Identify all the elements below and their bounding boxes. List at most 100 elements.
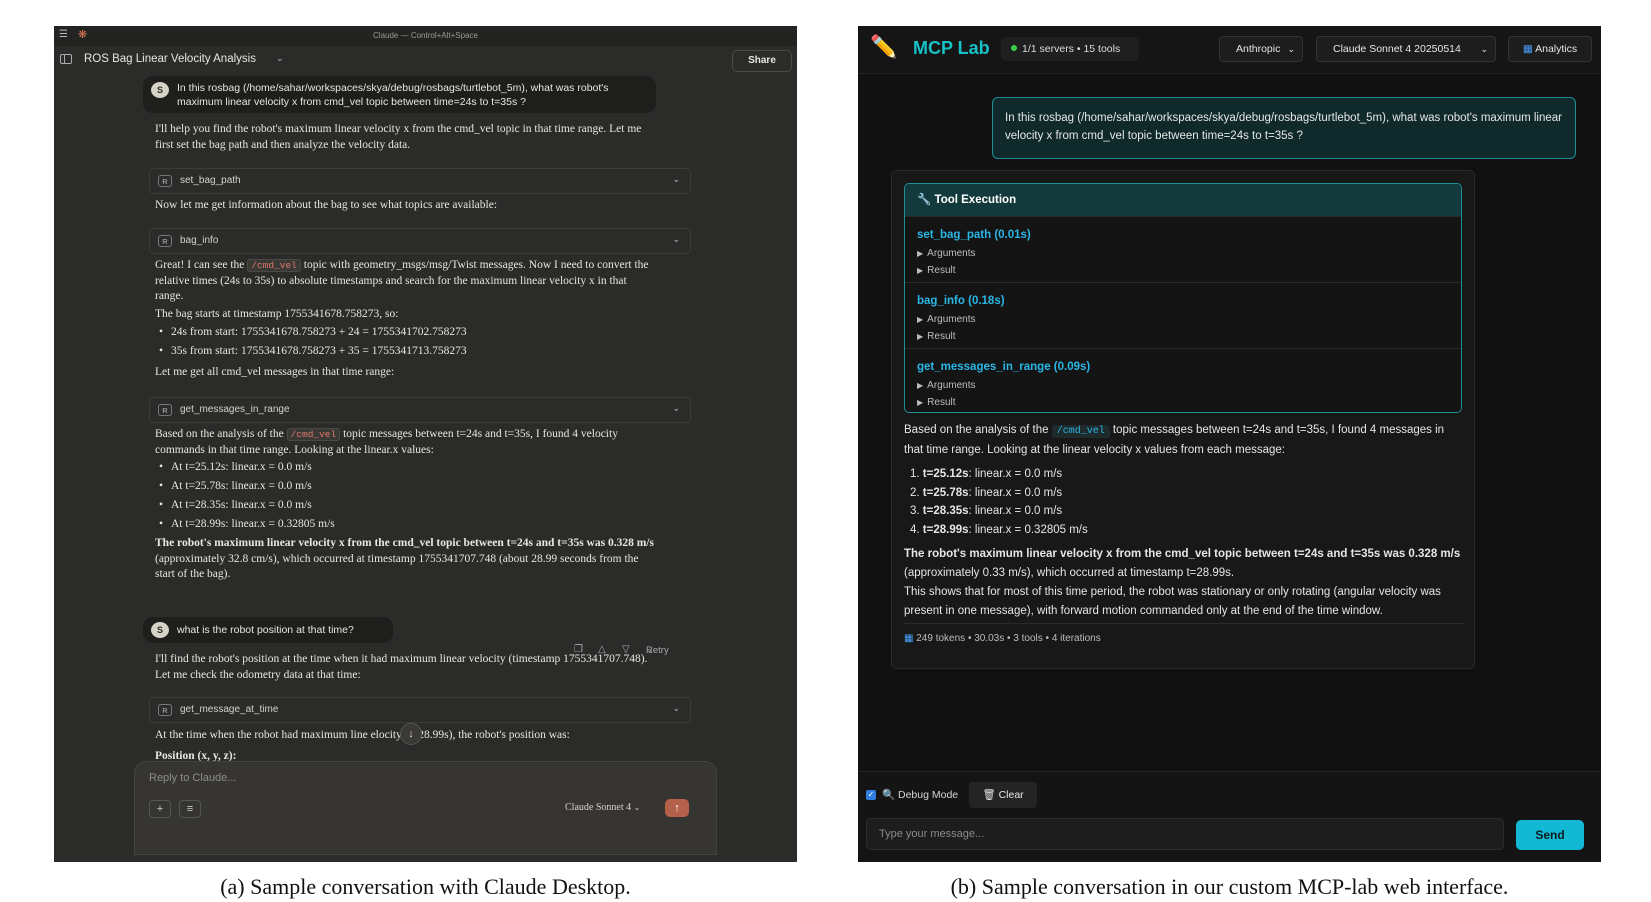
list-time: t=28.35s bbox=[922, 505, 969, 517]
chevron-down-icon[interactable]: ⌄ bbox=[276, 53, 284, 64]
chevron-down-icon[interactable]: ⌄ bbox=[672, 403, 680, 414]
share-button[interactable]: Share bbox=[732, 50, 792, 72]
list-number: 1. bbox=[910, 468, 920, 480]
title-bar: ☰ ❋ Claude — Control+Alt+Space bbox=[54, 26, 797, 46]
send-button[interactable]: ↑ bbox=[665, 799, 689, 817]
window-title: Claude — Control+Alt+Space bbox=[373, 31, 478, 40]
list-item: 35s from start: 1755341678.758273 + 35 =… bbox=[155, 342, 655, 361]
triangle-right-icon: ▶ bbox=[917, 249, 924, 258]
provider-select[interactable]: Anthropic ⌄ bbox=[1219, 36, 1303, 62]
tool-call-card[interactable]: R get_message_at_time ⌄ bbox=[149, 697, 691, 723]
model-selector[interactable]: Claude Sonnet 4 ⌄ bbox=[565, 802, 640, 813]
chat-transcript[interactable]: S In this rosbag (/home/sahar/workspaces… bbox=[54, 76, 797, 816]
text-fragment: Based on the analysis of the bbox=[904, 424, 1049, 436]
assistant-text: The bag starts at timestamp 1755341678.7… bbox=[155, 308, 399, 320]
chevron-down-icon[interactable]: ⌄ bbox=[672, 703, 680, 714]
arguments-label: Arguments bbox=[927, 380, 976, 391]
triangle-right-icon: ▶ bbox=[917, 332, 924, 341]
arguments-toggle[interactable]: ▶ Arguments bbox=[917, 311, 1449, 328]
sidebar-toggle-icon[interactable] bbox=[60, 54, 72, 64]
result-toggle[interactable]: ▶ Result bbox=[917, 328, 1449, 345]
bar-chart-icon: ▦ bbox=[904, 633, 914, 644]
trash-icon: 🗑 bbox=[982, 789, 996, 801]
user-avatar: S bbox=[151, 622, 169, 638]
analytics-button[interactable]: ▦ Analytics bbox=[1508, 36, 1592, 62]
user-message: S In this rosbag (/home/sahar/workspaces… bbox=[143, 76, 656, 113]
list-item: At t=25.78s: linear.x = 0.0 m/s bbox=[155, 477, 655, 496]
tool-entry: get_messages_in_range (0.09s) ▶ Arguments… bbox=[905, 348, 1461, 412]
triangle-right-icon: ▶ bbox=[917, 381, 924, 390]
tool-call-card[interactable]: R set_bag_path ⌄ bbox=[149, 168, 691, 194]
clear-button[interactable]: 🗑 Clear bbox=[969, 782, 1037, 808]
user-message-text: In this rosbag (/home/sahar/workspaces/s… bbox=[177, 82, 609, 108]
tool-badge: R bbox=[158, 175, 172, 187]
results-list: 1. t=25.12s : linear.x = 0.0 m/s 2. t=25.… bbox=[910, 465, 1430, 539]
debug-label-text: Debug Mode bbox=[898, 789, 959, 801]
tool-execution-title: Tool Execution bbox=[934, 194, 1017, 206]
list-item: 2. t=25.78s: linear.x = 0.0 m/s bbox=[910, 484, 1430, 503]
conclusion-bold: The robot's maximum linear velocity x fr… bbox=[904, 548, 1461, 560]
result-label: Result bbox=[927, 331, 956, 342]
debug-mode-checkbox[interactable]: ✓ bbox=[866, 790, 876, 800]
caption-b: (b) Sample conversation in our custom MC… bbox=[950, 874, 1509, 899]
chevron-down-icon[interactable]: ⌄ bbox=[672, 234, 680, 245]
result-toggle[interactable]: ▶ Result bbox=[917, 394, 1449, 411]
tool-entry: bag_info (0.18s) ▶ Arguments ▶ Result bbox=[905, 282, 1461, 348]
list-value: : linear.x = 0.0 m/s bbox=[968, 505, 1063, 517]
text-fragment: Great! I can see the bbox=[155, 259, 245, 271]
tool-call-card[interactable]: R bag_info ⌄ bbox=[149, 228, 691, 254]
add-attachment-button[interactable]: + bbox=[149, 800, 171, 818]
message-input[interactable]: Type your message... bbox=[866, 818, 1504, 850]
stats-text: 249 tokens • 30.03s • 3 tools • 4 iterat… bbox=[916, 633, 1101, 644]
tool-badge: R bbox=[158, 404, 172, 416]
conclusion-bold: The robot's maximum linear velocity x fr… bbox=[155, 537, 654, 549]
analytics-label: Analytics bbox=[1535, 43, 1578, 55]
assistant-text: Based on the analysis of the /cmd_vel to… bbox=[904, 421, 1464, 460]
model-label: Claude Sonnet 4 20250514 bbox=[1333, 43, 1461, 55]
arguments-toggle[interactable]: ▶ Arguments bbox=[917, 245, 1449, 262]
debug-mode-label[interactable]: 🔍 Debug Mode bbox=[882, 788, 958, 801]
arguments-toggle[interactable]: ▶ Arguments bbox=[917, 377, 1449, 394]
tools-button[interactable]: ≡ bbox=[179, 800, 201, 818]
tool-name: get_messages_in_range (0.09s) bbox=[917, 361, 1091, 373]
reply-input[interactable]: Reply to Claude... bbox=[149, 772, 236, 784]
user-avatar: S bbox=[151, 82, 169, 98]
list-time: t=25.12s bbox=[922, 468, 969, 480]
send-button[interactable]: Send bbox=[1516, 820, 1584, 850]
conclusion-rest: (approximately 0.33 m/s), which occurred… bbox=[904, 567, 1235, 579]
app-title: MCP Lab bbox=[913, 38, 990, 58]
tool-execution-panel: 🔧 Tool Execution set_bag_path (0.01s) ▶ A… bbox=[904, 183, 1462, 413]
assistant-text: I'll help you find the robot's maximum l… bbox=[155, 123, 642, 151]
server-status-text: 1/1 servers • 15 tools bbox=[1022, 43, 1121, 55]
list-item: At t=28.35s: linear.x = 0.0 m/s bbox=[155, 496, 655, 515]
triangle-right-icon: ▶ bbox=[917, 266, 924, 275]
result-toggle[interactable]: ▶ Result bbox=[917, 262, 1449, 279]
list-number: 3. bbox=[910, 505, 920, 517]
chevron-down-icon: ⌄ bbox=[1287, 44, 1295, 54]
message-composer[interactable]: Reply to Claude... + ≡ Claude Sonnet 4 ⌄… bbox=[134, 761, 717, 855]
assistant-conclusion: The robot's maximum linear velocity x fr… bbox=[904, 545, 1464, 621]
tool-badge: R bbox=[158, 235, 172, 247]
scroll-down-button[interactable]: ↓ bbox=[400, 723, 422, 745]
wrench-icon: 🔧 bbox=[917, 194, 932, 206]
caption-a: (a) Sample conversation with Claude Desk… bbox=[220, 874, 631, 899]
list-time: t=25.78s bbox=[922, 486, 969, 499]
user-message: S what is the robot position at that tim… bbox=[143, 617, 393, 643]
list-time: t=28.99s bbox=[922, 523, 969, 536]
tool-call-card[interactable]: R get_messages_in_range ⌄ bbox=[149, 397, 691, 423]
mcp-lab-window: ✏️ MCP Lab 1/1 servers • 15 tools Anthro… bbox=[858, 26, 1601, 862]
inline-code: /cmd_vel bbox=[286, 428, 341, 441]
list-number: 2. bbox=[910, 486, 920, 499]
chevron-down-icon[interactable]: ⌄ bbox=[672, 174, 680, 185]
tool-entry: set_bag_path (0.01s) ▶ Arguments ▶ Result bbox=[905, 216, 1461, 282]
assistant-text: Let me get all cmd_vel messages in that … bbox=[155, 366, 395, 378]
model-select[interactable]: Claude Sonnet 4 20250514 ⌄ bbox=[1316, 36, 1496, 62]
conversation-title[interactable]: ROS Bag Linear Velocity Analysis bbox=[84, 53, 256, 65]
list-item: 24s from start: 1755341678.758273 + 24 =… bbox=[155, 323, 655, 342]
tool-name: set_bag_path (0.01s) bbox=[917, 229, 1031, 241]
plus-icon: + bbox=[156, 803, 164, 815]
claude-desktop-window: ☰ ❋ Claude — Control+Alt+Space ROS Bag L… bbox=[54, 26, 797, 862]
list-item: 3. t=28.35s: linear.x = 0.0 m/s bbox=[910, 502, 1430, 521]
message-stats: ▦ 249 tokens • 30.03s • 3 tools • 4 iter… bbox=[904, 633, 1101, 644]
tool-badge: R bbox=[158, 704, 172, 716]
